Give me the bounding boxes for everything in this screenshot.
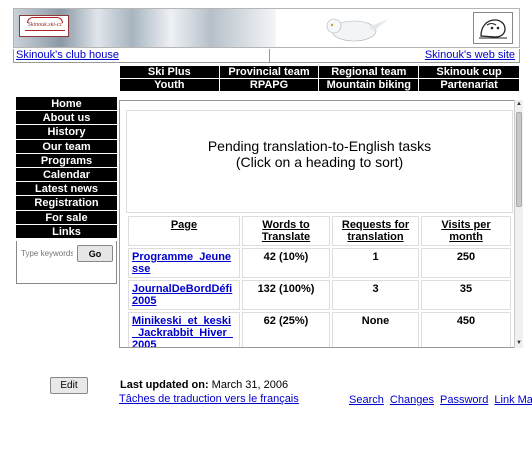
link-map-link[interactable]: Link Map	[494, 394, 532, 406]
page-title-line2: (Click on a heading to sort)	[235, 154, 404, 170]
page-link[interactable]: Minikeski_et_keski_Jackrabbit_Hiver_2005	[132, 315, 233, 347]
nav-mountain-biking[interactable]: Mountain biking	[318, 78, 420, 92]
sidebar-item-for-sale[interactable]: For sale	[16, 211, 117, 225]
changes-link[interactable]: Changes	[390, 394, 434, 406]
requests-cell: 1	[332, 248, 419, 278]
page-title-line1: Pending translation-to-English tasks	[207, 138, 432, 154]
footer-links: Search Changes Password Link Map	[349, 394, 532, 406]
sidebar-item-links[interactable]: Links	[16, 225, 117, 239]
table-row: JournalDeBordDéfi2005 132 (100%) 3 35	[128, 280, 511, 310]
nav-ski-plus[interactable]: Ski Plus	[119, 65, 220, 79]
french-translation-link[interactable]: Tâches de traduction vers le français	[119, 393, 299, 405]
page-link[interactable]: JournalDeBordDéfi2005	[132, 283, 232, 307]
search-input[interactable]	[19, 245, 75, 262]
visits-cell: 450	[421, 312, 511, 347]
logo-underline	[25, 30, 65, 31]
nav-skinouk-cup[interactable]: Skinouk cup	[418, 65, 520, 79]
scroll-thumb[interactable]	[516, 112, 522, 207]
requests-cell: None	[332, 312, 419, 347]
last-updated-label: Last updated on:	[120, 379, 209, 391]
edit-button[interactable]: Edit	[50, 377, 88, 394]
sidebar-item-about-us[interactable]: About us	[16, 111, 117, 126]
search-box: Go	[16, 241, 117, 284]
site-banner: Skinouk.ski-cc	[13, 8, 520, 48]
sidebar-item-home[interactable]: Home	[16, 97, 117, 112]
page-link[interactable]: Programme_Jeunesse	[132, 251, 231, 275]
visits-cell: 35	[421, 280, 511, 310]
club-house-link[interactable]: Skinouk's club house	[16, 49, 119, 61]
column-header-requests[interactable]: Requests for translation	[332, 216, 419, 246]
search-link[interactable]: Search	[349, 394, 384, 406]
sidebar-item-our-team[interactable]: Our team	[16, 140, 117, 154]
visits-cell: 250	[421, 248, 511, 278]
sidebar-item-history[interactable]: History	[16, 125, 117, 140]
page-cell: Programme_Jeunesse	[128, 248, 240, 278]
side-navigation: Home About us History Our team Programs …	[16, 97, 117, 239]
column-header-visits[interactable]: Visits per month	[421, 216, 511, 246]
translation-tasks-table: Page Words to Translate Requests for tra…	[126, 214, 513, 347]
password-link[interactable]: Password	[440, 394, 488, 406]
last-updated: Last updated on: March 31, 2006	[120, 379, 288, 391]
words-cell: 132 (100%)	[242, 280, 330, 310]
nav-partenariat[interactable]: Partenariat	[418, 78, 520, 92]
sidebar-item-programs[interactable]: Programs	[16, 154, 117, 168]
web-site-link[interactable]: Skinouk's web site	[425, 49, 515, 61]
nav-rpapg[interactable]: RPAPG	[218, 78, 320, 92]
links-divider	[269, 49, 270, 62]
scroll-up-icon[interactable]: ▲	[515, 100, 523, 109]
column-header-page[interactable]: Page	[128, 216, 240, 246]
vertical-scrollbar[interactable]: ▲ ▼	[514, 100, 523, 348]
nav-regional-team[interactable]: Regional team	[318, 65, 420, 79]
words-cell: 62 (25%)	[242, 312, 330, 347]
club-links-row: Skinouk's club house Skinouk's web site	[13, 49, 520, 63]
go-button[interactable]: Go	[77, 245, 113, 262]
logo-text: Skinouk.ski-cc	[27, 22, 63, 28]
column-header-words[interactable]: Words to Translate	[242, 216, 330, 246]
page-cell: Minikeski_et_keski_Jackrabbit_Hiver_2005	[128, 312, 240, 347]
scroll-down-icon[interactable]: ▼	[515, 339, 523, 348]
table-row: Minikeski_et_keski_Jackrabbit_Hiver_2005…	[128, 312, 511, 347]
last-updated-date: March 31, 2006	[211, 379, 289, 391]
words-cell: 42 (10%)	[242, 248, 330, 278]
table-row: Programme_Jeunesse 42 (10%) 1 250	[128, 248, 511, 278]
owl-icon	[326, 18, 388, 42]
sidebar-item-calendar[interactable]: Calendar	[16, 168, 117, 183]
owl-mascot-icon	[473, 12, 513, 44]
top-navigation: Ski Plus Provincial team Regional team S…	[119, 65, 520, 92]
sidebar-item-registration[interactable]: Registration	[16, 196, 117, 211]
requests-cell: 3	[332, 280, 419, 310]
nav-youth[interactable]: Youth	[119, 78, 220, 92]
nav-provincial-team[interactable]: Provincial team	[218, 65, 320, 79]
page-title: Pending translation-to-English tasks (Cl…	[126, 110, 513, 213]
content-frame: Pending translation-to-English tasks (Cl…	[119, 100, 523, 348]
sidebar-item-latest-news[interactable]: Latest news	[16, 182, 117, 197]
club-logo[interactable]: Skinouk.ski-cc	[19, 15, 69, 37]
page-cell: JournalDeBordDéfi2005	[128, 280, 240, 310]
